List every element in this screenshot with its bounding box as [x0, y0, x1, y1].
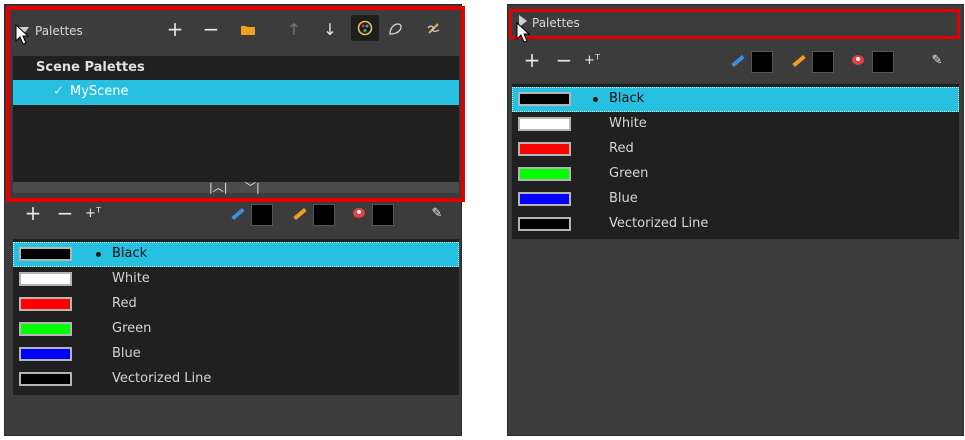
panel-title: Palettes [532, 16, 580, 30]
scene-palettes-heading: Scene Palettes [36, 60, 145, 75]
current-color-dot-icon [96, 252, 101, 257]
color-swatch [518, 217, 571, 231]
palette-row-myscene[interactable]: ✓ MyScene [13, 80, 459, 105]
remove-icon[interactable]: − [201, 17, 221, 41]
line-pencil-icon[interactable] [731, 54, 745, 68]
edit-icon[interactable] [424, 19, 444, 39]
panel-header: Palettes + − ↑ ↓ [5, 5, 461, 45]
color-row-green[interactable]: Green [512, 162, 959, 187]
line-pencil-icon[interactable] [231, 207, 245, 221]
color-swatch [19, 297, 72, 311]
color-picker-icon[interactable] [386, 19, 406, 39]
brush-color-swatch[interactable] [372, 204, 394, 226]
collapse-down-icon[interactable]: ﹀| [245, 179, 260, 195]
move-down-icon[interactable]: ↓ [320, 19, 340, 39]
color-swatch [19, 372, 72, 386]
color-list: Black White Red Green Blue Vectorized Li… [13, 239, 459, 395]
palette-name: MyScene [70, 84, 129, 99]
color-name: Black [112, 246, 148, 261]
mouse-cursor-icon [15, 24, 30, 45]
palette-lock-check-icon[interactable]: ✓ [53, 84, 67, 99]
color-row-green[interactable]: Green [13, 317, 459, 342]
move-up-icon[interactable]: ↑ [284, 19, 304, 39]
color-name: Red [609, 141, 634, 156]
fill-color-swatch[interactable] [313, 204, 335, 226]
color-row-white[interactable]: White [13, 267, 459, 292]
palette-list: Scene Palettes ✓ MyScene [13, 56, 459, 182]
color-row-red[interactable]: Red [13, 292, 459, 317]
color-name: Blue [112, 346, 141, 361]
line-color-swatch[interactable] [251, 204, 273, 226]
color-swatch [518, 117, 571, 131]
add-texture-icon[interactable]: +ᵀ [85, 205, 101, 221]
fill-pencil-icon[interactable] [293, 207, 307, 221]
panel-splitter[interactable]: |︿| ﹀| [13, 179, 459, 195]
color-name: Vectorized Line [609, 216, 709, 231]
brush-icon[interactable] [351, 205, 367, 221]
color-swatch [19, 272, 72, 286]
color-swatch [19, 322, 72, 336]
panel-title: Palettes [35, 24, 83, 38]
color-swatch [19, 347, 72, 361]
colors-toolbar: + − +ᵀ ✎ [508, 48, 965, 75]
color-swatch [518, 192, 571, 206]
expand-up-icon[interactable]: |︿| [209, 179, 227, 195]
color-swatch [518, 167, 571, 181]
color-row-blue[interactable]: Blue [512, 187, 959, 212]
color-name: White [609, 116, 647, 131]
add-icon[interactable]: + [165, 17, 185, 41]
palettes-panel-collapsed: Palettes + − +ᵀ ✎ Black White Red Green … [507, 4, 964, 436]
add-color-icon[interactable]: + [524, 48, 541, 72]
color-swatch [19, 247, 72, 261]
color-name: Blue [609, 191, 638, 206]
color-name: Green [112, 321, 152, 336]
brush-icon[interactable] [850, 52, 866, 68]
add-color-icon[interactable]: + [25, 201, 42, 225]
color-row-black[interactable]: Black [13, 242, 459, 267]
palette-browser-icon[interactable] [351, 15, 379, 41]
color-swatch [518, 142, 571, 156]
current-color-dot-icon [593, 97, 598, 102]
fill-pencil-icon[interactable] [792, 54, 806, 68]
folder-icon[interactable] [238, 19, 258, 39]
fill-color-swatch[interactable] [812, 51, 834, 73]
colors-toolbar: + − +ᵀ ✎ [5, 201, 463, 228]
color-row-red[interactable]: Red [512, 137, 959, 162]
color-row-white[interactable]: White [512, 112, 959, 137]
color-name: Green [609, 166, 649, 181]
color-name: Vectorized Line [112, 371, 212, 386]
color-row-vectorized-line[interactable]: Vectorized Line [13, 367, 459, 392]
mouse-cursor-icon [516, 22, 531, 43]
color-row-vectorized-line[interactable]: Vectorized Line [512, 212, 959, 237]
color-name: Black [609, 91, 645, 106]
remove-color-icon[interactable]: − [556, 48, 573, 72]
add-texture-icon[interactable]: +ᵀ [584, 52, 600, 68]
brush-color-swatch[interactable] [872, 51, 894, 73]
color-row-black[interactable]: Black [512, 87, 959, 112]
palettes-panel-expanded: Palettes + − ↑ ↓ Scene Palettes ✓ MyScen… [4, 4, 462, 436]
color-swatch [518, 92, 571, 106]
color-row-blue[interactable]: Blue [13, 342, 459, 367]
tint-icon[interactable]: ✎ [429, 205, 445, 221]
color-name: White [112, 271, 150, 286]
color-list: Black White Red Green Blue Vectorized Li… [512, 84, 959, 239]
line-color-swatch[interactable] [751, 51, 773, 73]
remove-color-icon[interactable]: − [57, 201, 74, 225]
tint-icon[interactable]: ✎ [929, 52, 945, 68]
color-name: Red [112, 296, 137, 311]
